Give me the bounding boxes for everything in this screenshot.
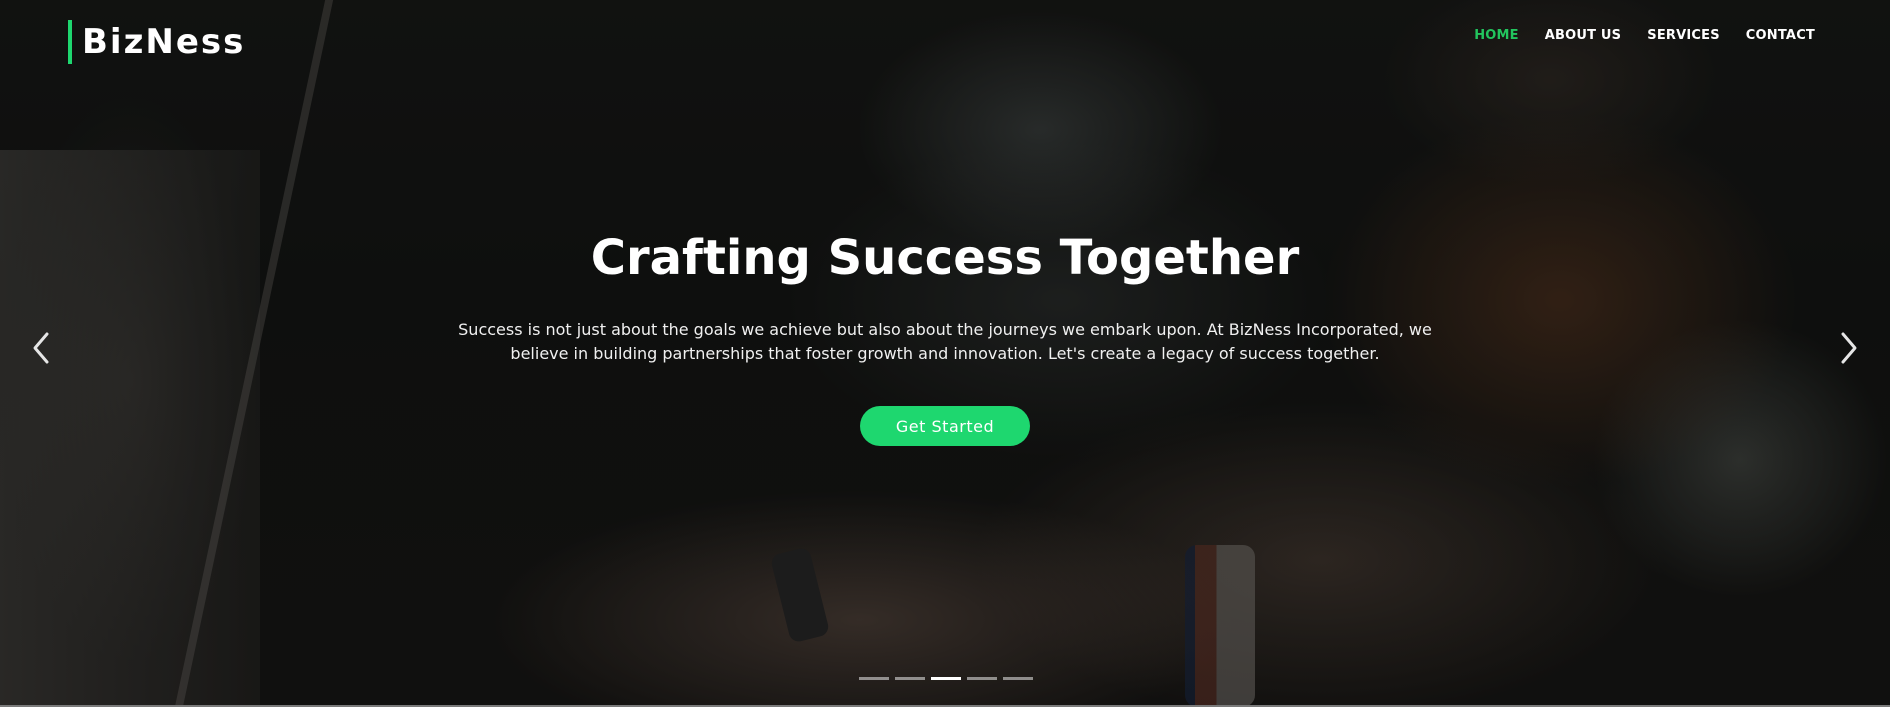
nav-item-home[interactable]: HOME — [1474, 28, 1519, 43]
hero-background-bracelet — [1185, 545, 1255, 707]
hero-content: Crafting Success Together Success is not… — [0, 226, 1890, 446]
carousel-indicators — [859, 677, 1033, 680]
carousel-indicator-3[interactable] — [931, 677, 961, 680]
carousel-indicator-5[interactable] — [1003, 677, 1033, 680]
hero-title: Crafting Success Together — [590, 230, 1300, 286]
nav-item-about-us[interactable]: ABOUT US — [1545, 28, 1622, 43]
carousel-indicator-2[interactable] — [895, 677, 925, 680]
nav-item-contact[interactable]: CONTACT — [1746, 28, 1815, 43]
brand-accent-bar — [68, 20, 72, 64]
brand-name: BizNess — [82, 22, 246, 62]
nav-item-services[interactable]: SERVICES — [1647, 28, 1720, 43]
hero-description: Success is not just about the goals we a… — [458, 320, 1432, 363]
hero-background-ring — [769, 546, 831, 644]
brand-logo[interactable]: BizNess — [68, 20, 245, 64]
get-started-button[interactable]: Get Started — [860, 406, 1030, 446]
hero-carousel: BizNess HOME ABOUT US SERVICES CONTACT C… — [0, 0, 1890, 707]
main-menu: HOME ABOUT US SERVICES CONTACT — [1474, 28, 1815, 43]
carousel-indicator-1[interactable] — [859, 677, 889, 680]
carousel-indicator-4[interactable] — [967, 677, 997, 680]
navbar: BizNess HOME ABOUT US SERVICES CONTACT — [0, 0, 1890, 84]
